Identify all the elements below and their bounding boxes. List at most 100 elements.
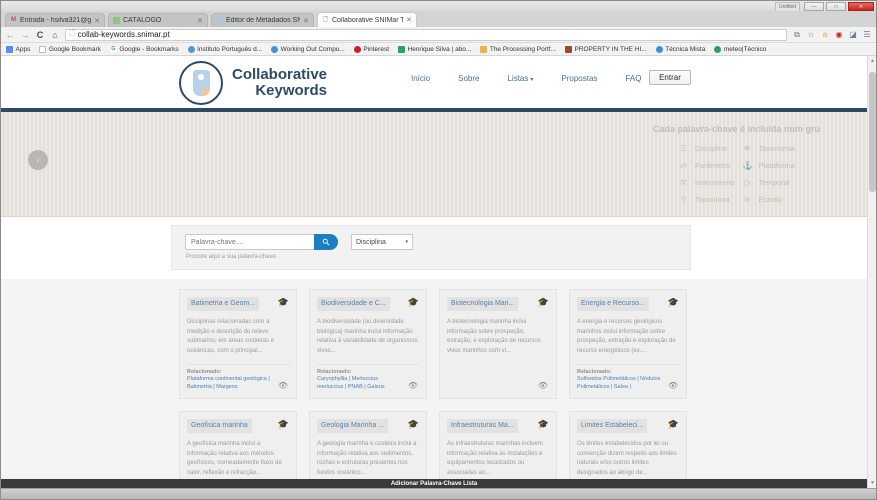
browser-tabstrip: M Entrada - hsilva321@gm... ✕ CATÁLOGO ✕… [1, 11, 876, 27]
graduation-cap-icon: 🎓 [407, 297, 419, 307]
bookmark-item[interactable]: G Google - Bookmarks [109, 45, 179, 53]
amazon-icon[interactable]: a [820, 30, 830, 39]
group-item-temporal: ◷ Temporal [743, 178, 795, 187]
page-icon [39, 45, 47, 53]
keyword-cards-area: Batimetria e Geom... 🎓 Disciplinas relac… [1, 279, 867, 488]
chevron-down-icon: ▾ [405, 239, 408, 245]
site-header: Collaborative Keywords Início Sobre List… [1, 56, 867, 108]
site-icon [398, 45, 405, 53]
keyword-card[interactable]: Biotecnologia Mari... 🎓 A biotecnologia … [439, 289, 557, 399]
tab-close-icon[interactable]: ✕ [406, 16, 412, 24]
bookmark-item[interactable]: Técnica Mista [655, 45, 705, 53]
keyword-card-title: Biodiversidade e C... [317, 297, 390, 311]
eye-icon[interactable]: 👁 [408, 381, 418, 390]
nav-item-inicio[interactable]: Início [411, 74, 430, 83]
google-icon: G [109, 45, 117, 53]
tab-close-icon[interactable]: ✕ [197, 17, 203, 25]
search-input[interactable] [185, 234, 314, 250]
brand-text: Collaborative Keywords [232, 67, 327, 99]
search-button[interactable] [314, 234, 338, 250]
search-panel: Disciplina ▾ Procure aqui a sua palavra-… [171, 225, 691, 270]
catalog-icon [113, 17, 120, 24]
nav-item-sobre[interactable]: Sobre [458, 74, 479, 83]
nav-item-faq[interactable]: FAQ [625, 74, 641, 83]
extension-icon[interactable]: ⧉ [792, 30, 802, 40]
star-icon[interactable]: ☆ [806, 30, 816, 39]
graduation-cap-icon: 🎓 [667, 297, 679, 307]
gmail-icon: M [11, 17, 16, 23]
eye-icon[interactable]: 👁 [538, 381, 548, 390]
bookmark-item[interactable]: Henrique Silva | abo... [398, 45, 471, 53]
keyword-card-related: 👁 [447, 381, 549, 392]
forward-icon[interactable]: → [20, 30, 30, 40]
login-button[interactable]: Entrar [649, 70, 691, 85]
brand-logo[interactable]: Collaborative Keywords [179, 61, 327, 105]
keyword-card[interactable]: Infraestruturas Ma... 🎓 As infraestrutur… [439, 411, 557, 488]
maximize-button[interactable]: □ [826, 2, 846, 11]
scrollbar-thumb[interactable] [869, 72, 876, 192]
keyword-card[interactable]: Limites Estabeleci... 🎓 Os limites estab… [569, 411, 687, 488]
bookmark-label: Pinterest [363, 45, 389, 53]
browser-tab[interactable]: CATÁLOGO ✕ [108, 13, 208, 27]
minimize-button[interactable]: — [804, 2, 824, 11]
menu-icon[interactable]: ☰ [862, 30, 872, 39]
bookmark-label: Apps [15, 45, 31, 53]
keyword-card-description: A biotecnologia marinha inclui informaçã… [447, 318, 541, 355]
carousel-group-column-right: ✾ Taxonomia ⚓ Plataforma ◷ Temporal ≋ Es… [743, 144, 795, 204]
scroll-down-arrow-icon[interactable]: ▼ [869, 479, 876, 487]
bookmark-item[interactable]: Working Out Compu... [271, 45, 345, 53]
eye-icon[interactable]: 👁 [278, 381, 288, 390]
group-item-plataforma: ⚓ Plataforma [743, 161, 795, 170]
add-keyword-list-bar[interactable]: Adicionar Palavra-Chave Lista [1, 479, 867, 488]
keyword-card[interactable]: Geofísica marinha 🎓 A geofísica marinha … [179, 411, 297, 488]
scroll-up-arrow-icon[interactable]: ▲ [869, 57, 876, 65]
property-icon [564, 45, 572, 53]
keyword-card-description: As infraestruturas marinhas incluem info… [447, 440, 543, 477]
kbox-icon[interactable]: ◪ [848, 30, 858, 39]
eye-icon[interactable]: 👁 [668, 381, 678, 390]
address-bar[interactable]: 🗋 collab-keywords.snimar.pt [65, 28, 787, 41]
graduation-cap-icon: 🎓 [537, 419, 549, 429]
pinterest-icon[interactable]: ◉ [834, 30, 844, 39]
keyword-card[interactable]: Geologia Marinha ... 🎓 A geologia marinh… [309, 411, 427, 488]
page-scrollbar[interactable]: ▲ ▼ [867, 56, 876, 488]
bookmark-item[interactable]: PROPERTY IN THE HI... [564, 45, 647, 53]
brand-line2: Keywords [255, 82, 328, 99]
graduation-cap-icon: 🎓 [277, 419, 289, 429]
browser-tab-active[interactable]: 🗋 Collaborative SNIMar Th... ✕ [317, 12, 417, 27]
home-icon[interactable]: ⌂ [50, 30, 60, 40]
related-links[interactable]: Plataforma continental geológica | Batim… [187, 375, 275, 392]
carousel-prev-arrow-icon[interactable]: ‹ [28, 150, 48, 170]
bookmark-item[interactable]: Instituto Português d... [187, 45, 263, 53]
related-links[interactable]: Caryophyllia | Merluccius merluccius | P… [317, 375, 405, 392]
chevron-down-icon: ▾ [530, 77, 534, 83]
bookmark-item[interactable]: Apps [6, 45, 31, 53]
browser-tab[interactable]: M Entrada - hsilva321@gm... ✕ [5, 13, 105, 27]
keyword-card[interactable]: Batimetria e Geom... 🎓 Disciplinas relac… [179, 289, 297, 399]
bookmark-item[interactable]: The Processing Portf... [480, 45, 556, 53]
keyword-card[interactable]: Energia e Recurso... 🎓 A energia e recur… [569, 289, 687, 399]
browser-tab[interactable]: Editor de Metadados SNI... ✕ [211, 13, 314, 27]
tab-close-icon[interactable]: ✕ [94, 17, 100, 25]
tab-close-icon[interactable]: ✕ [303, 17, 309, 25]
close-button[interactable]: ✕ [848, 2, 874, 11]
page-info-icon: 🗋 [69, 30, 75, 37]
editor-icon [216, 17, 223, 24]
bookmark-item[interactable]: Pinterest [353, 45, 389, 53]
graduation-cap-icon: 🎓 [277, 297, 289, 307]
nav-item-propostas[interactable]: Propostas [561, 74, 597, 83]
keyword-card-title: Limites Estabeleci... [577, 419, 648, 433]
keyword-card-title: Energia e Recurso... [577, 297, 649, 311]
related-links[interactable]: Sulfuretos Polimetálicos | Nódulos Polim… [577, 375, 665, 392]
nav-item-listas[interactable]: Listas ▾ [507, 74, 533, 83]
keyword-card-description: A geologia marinha e costeira inclui a i… [317, 440, 417, 477]
discipline-filter-select[interactable]: Disciplina ▾ [351, 234, 413, 250]
back-icon[interactable]: ← [5, 30, 15, 40]
bookmark-label: Instituto Português d... [197, 45, 263, 53]
bookmark-item[interactable]: meteo|Técnico [714, 45, 766, 53]
keyword-card-related: Relacionado: Plataforma continental geol… [187, 363, 289, 392]
reload-icon[interactable]: C [35, 30, 45, 40]
paw-icon: ✾ [743, 144, 751, 153]
keyword-card[interactable]: Biodiversidade e C... 🎓 A biodiversidade… [309, 289, 427, 399]
bookmark-item[interactable]: Google Bookmark [39, 45, 101, 53]
